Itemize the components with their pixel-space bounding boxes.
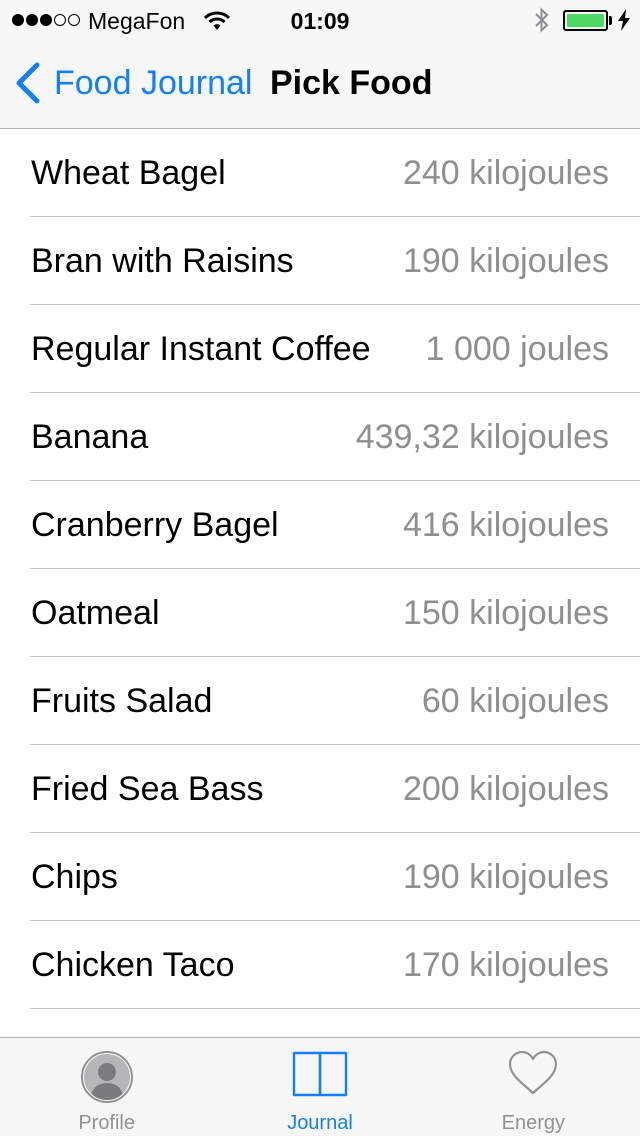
food-energy: 190 kilojoules: [402, 857, 609, 896]
list-item[interactable]: Bran with Raisins 190 kilojoules: [0, 217, 640, 305]
food-name: Fruits Salad: [31, 681, 213, 720]
bluetooth-icon: [533, 7, 551, 39]
tab-bar: Profile Journal Energy: [0, 1037, 640, 1136]
food-name: Oatmeal: [31, 593, 160, 632]
battery-icon: [563, 10, 608, 31]
profile-icon: [80, 1050, 134, 1109]
list-item[interactable]: Fruits Salad 60 kilojoules: [0, 657, 640, 745]
page-title: Pick Food: [270, 64, 433, 102]
list-item[interactable]: Cranberry Bagel 416 kilojoules: [0, 481, 640, 569]
battery-tip: [609, 16, 612, 25]
status-bar: MegaFon 01:09: [0, 0, 640, 40]
food-name: Wheat Bagel: [31, 153, 226, 192]
food-energy: 240 kilojoules: [402, 153, 609, 192]
food-energy: 190 kilojoules: [402, 241, 609, 280]
navigation-bar: Food Journal Pick Food: [0, 40, 640, 128]
heart-icon: [508, 1050, 558, 1101]
food-name: Bran with Raisins: [31, 241, 294, 280]
list-item[interactable]: Oatmeal 150 kilojoules: [0, 569, 640, 657]
tab-profile[interactable]: Profile: [0, 1038, 213, 1136]
list-item[interactable]: Chicken Taco 170 kilojoules: [0, 921, 640, 1009]
food-energy: 1 000 joules: [425, 329, 609, 368]
back-button[interactable]: Food Journal: [14, 62, 252, 104]
tab-journal[interactable]: Journal: [213, 1038, 426, 1136]
chevron-left-icon: [16, 62, 40, 104]
list-item[interactable]: Chips 190 kilojoules: [0, 833, 640, 921]
list-item[interactable]: Banana 439,32 kilojoules: [0, 393, 640, 481]
food-name: Chicken Taco: [31, 945, 235, 984]
battery-level: [567, 14, 604, 27]
tab-energy[interactable]: Energy: [427, 1038, 640, 1136]
list-item[interactable]: Fried Sea Bass 200 kilojoules: [0, 745, 640, 833]
list-item[interactable]: Regular Instant Coffee 1 000 joules: [0, 305, 640, 393]
back-button-label: Food Journal: [54, 63, 253, 102]
food-energy: 439,32 kilojoules: [355, 417, 609, 456]
header: MegaFon 01:09 Food Journal Pick Food: [0, 0, 640, 129]
food-name: Banana: [31, 417, 149, 456]
tab-label: Profile: [78, 1112, 136, 1134]
list-item[interactable]: Wheat Bagel 240 kilojoules: [0, 129, 640, 217]
food-name: Regular Instant Coffee: [31, 329, 371, 368]
food-name: Cranberry Bagel: [31, 505, 279, 544]
food-energy: 150 kilojoules: [402, 593, 609, 632]
food-name: Fried Sea Bass: [31, 769, 264, 808]
food-energy: 416 kilojoules: [402, 505, 609, 544]
food-list: Wheat Bagel 240 kilojoules Bran with Rai…: [0, 129, 640, 1037]
charging-icon: [617, 9, 631, 37]
food-energy: 200 kilojoules: [402, 769, 609, 808]
tab-label: Energy: [501, 1112, 565, 1134]
food-name: Chips: [31, 857, 118, 896]
tab-label: Journal: [287, 1112, 353, 1134]
journal-icon: [292, 1050, 348, 1103]
food-energy: 170 kilojoules: [402, 945, 609, 984]
food-energy: 60 kilojoules: [421, 681, 609, 720]
